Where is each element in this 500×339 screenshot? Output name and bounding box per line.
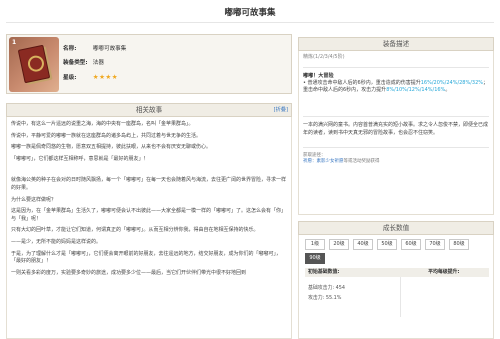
effect-values-1: 16%/20%/24%/28%/32% bbox=[420, 80, 484, 86]
story-header-title: 相关故事 bbox=[135, 106, 163, 114]
item-level-badge: 1 bbox=[12, 39, 17, 46]
desc-body: 精炼(1/2/3/4/5阶) 嘟嘟！大冒险 • 普通攻击命中敌人后的6秒内，重击… bbox=[298, 51, 494, 215]
growth-stats bbox=[401, 277, 490, 317]
story-body: 传说中，有这么一片遥远的说重之海，海的中央有一座群岛，名叫「金苹果群岛」。 传说… bbox=[6, 117, 292, 339]
item-rarity-row: 星级: ★★★★ bbox=[63, 70, 126, 84]
stat-table-body: 基础攻击力: 454 攻击力: 55.1% bbox=[305, 277, 489, 317]
item-type-row: 装备类型: 法器 bbox=[63, 56, 126, 70]
story-paragraph: 于是，为了理解什么才是「嘟嘟可」，它们便会离开眼前的好朋友，去往遥远的地方，结交… bbox=[11, 250, 282, 265]
stat-table-header: 初始基础数值: 平均每级提升: bbox=[305, 268, 489, 277]
level-selector: 1级 20级 40级 50级 60级 70级 80级 90级 bbox=[305, 239, 489, 264]
story-paragraph: ——是少，无所不能的妈妈是这样说的。 bbox=[11, 238, 102, 245]
story-paragraph: 传说中，有这么一片遥远的说重之海，海的中央有一座群岛，名叫「金苹果群岛」。 bbox=[11, 121, 194, 127]
item-info: 名称: 嘟嘟可故事集 装备类型: 法器 星级: ★★★★ bbox=[63, 42, 126, 84]
story-paragraph: 「嘟嘟可」，它们都这样互相称呼，意思就是「最好的朋友」！ bbox=[11, 155, 149, 162]
flavor-text: 一本的满兴网的童书。内容首普满充实的短小故事。求之令人忽俊不禁，即便全已成年的读… bbox=[303, 122, 489, 136]
level-button[interactable]: 40级 bbox=[353, 239, 373, 250]
item-image: 1 bbox=[9, 37, 59, 92]
stat-secondary: 攻击力: 55.1% bbox=[308, 295, 342, 301]
growth-body: 1级 20级 40级 50级 60级 70级 80级 90级 初始基础数值: 平… bbox=[298, 235, 494, 339]
story-paragraph: 传说中，平静可爱的嘟嘟一族就在这座群岛的诸多岛屿上，共同过着与世无争的生活。 bbox=[11, 132, 202, 139]
growth-header-title: 成长数值 bbox=[382, 224, 410, 232]
story-header: 相关故事 [折叠] bbox=[6, 103, 292, 117]
level-button[interactable]: 50级 bbox=[377, 239, 397, 250]
refine-levels: 精炼(1/2/3/4/5阶) bbox=[303, 54, 345, 60]
item-type-label: 装备类型: bbox=[63, 60, 88, 66]
skill-name: 嘟嘟！大冒险 bbox=[303, 73, 334, 79]
story-paragraph: 为什么要这样做呢？ bbox=[11, 196, 57, 203]
desc-divider bbox=[303, 116, 489, 118]
col-growth: 平均每级提升: bbox=[428, 269, 460, 275]
level-button[interactable]: 20级 bbox=[329, 239, 349, 250]
skill-effect: • 普通攻击命中敌人后的6秒内，重击造成的伤害提升16%/20%/24%/28%… bbox=[303, 80, 489, 94]
item-name-label: 名称: bbox=[63, 46, 77, 52]
desc-divider bbox=[303, 146, 489, 148]
source-link[interactable]: 祈愿：素影少女祈愿 bbox=[303, 159, 344, 164]
stat-table: 初始基础数值: 平均每级提升: 基础攻击力: 454 攻击力: 55.1% bbox=[305, 268, 489, 317]
source-line: 祈愿：素影少女祈愿等或活动奖励获得 bbox=[303, 159, 489, 165]
item-type-value: 法器 bbox=[92, 60, 104, 66]
item-rarity-label: 星级: bbox=[63, 75, 77, 81]
page-title: 嘟嘟可故事集 bbox=[224, 8, 276, 18]
story-section: 相关故事 [折叠] 传说中，有这么一片遥远的说重之海，海的中央有一座群岛，名叫「… bbox=[6, 103, 292, 339]
level-button[interactable]: 60级 bbox=[401, 239, 421, 250]
effect-prefix: • 普通攻击命中敌人后的6秒内，重击造成的伤害提升 bbox=[303, 80, 421, 86]
level-button[interactable]: 80级 bbox=[449, 239, 469, 250]
left-column: 1 名称: 嘟嘟可故事集 装备类型: 法器 星级: ★★★★ 相关故事 [折叠]… bbox=[6, 34, 292, 339]
rarity-stars-icon: ★★★★ bbox=[92, 73, 119, 81]
initial-stats: 基础攻击力: 454 攻击力: 55.1% bbox=[305, 277, 401, 317]
effect-suffix: 。 bbox=[445, 87, 451, 94]
desc-header: 装备描述 bbox=[298, 37, 494, 51]
source-suffix: 等或活动奖励获得 bbox=[343, 158, 380, 164]
item-card: 1 名称: 嘟嘟可故事集 装备类型: 法器 星级: ★★★★ bbox=[6, 34, 292, 94]
growth-header: 成长数值 bbox=[298, 221, 494, 235]
right-column: 装备描述 精炼(1/2/3/4/5阶) 嘟嘟！大冒险 • 普通攻击命中敌人后的6… bbox=[298, 37, 494, 339]
col-initial: 初始基础数值: bbox=[308, 269, 340, 275]
stat-base-atk: 基础攻击力: 454 bbox=[308, 285, 345, 291]
item-name-row: 名称: 嘟嘟可故事集 bbox=[63, 42, 126, 56]
story-paragraph: 只有大幻的回叶草，才能让它们知道，何谓真正的「嘟嘟可」。从而互相分辨你我，得由自… bbox=[11, 227, 259, 234]
story-paragraph: 就像海公英的种子在会对的日时随风飘扬，每一个「嘟嘟可」在每一天也会随着风与海流，… bbox=[11, 177, 287, 191]
level-button[interactable]: 1级 bbox=[305, 239, 325, 250]
story-paragraph: 嘟嘟一族是佩奇同悠的生物，愿意双五相提持，彼此扶眼，从来也不会有厌安无聊或伤心。 bbox=[11, 144, 212, 151]
level-button-active[interactable]: 90级 bbox=[305, 253, 325, 264]
effect-values-2: 8%/10%/12%/14%/16% bbox=[386, 87, 446, 94]
desc-divider bbox=[303, 67, 489, 68]
book-icon bbox=[17, 44, 51, 84]
desc-header-title: 装备描述 bbox=[382, 40, 410, 48]
level-button[interactable]: 70级 bbox=[425, 239, 445, 250]
story-paragraph: 这是因为，在「金苹果群岛」生活久了，嘟嘟可便会认不出彼此——大家全都是一模一样的… bbox=[11, 208, 287, 222]
title-divider bbox=[6, 22, 494, 23]
collapse-toggle[interactable]: [折叠] bbox=[274, 104, 288, 117]
item-name-value: 嘟嘟可故事集 bbox=[92, 46, 127, 52]
story-paragraph: 一则关看多彩的度万，实验要多奇妙的旅途，成功要多少位——最后，当它们开伙伴们带光… bbox=[11, 269, 247, 276]
